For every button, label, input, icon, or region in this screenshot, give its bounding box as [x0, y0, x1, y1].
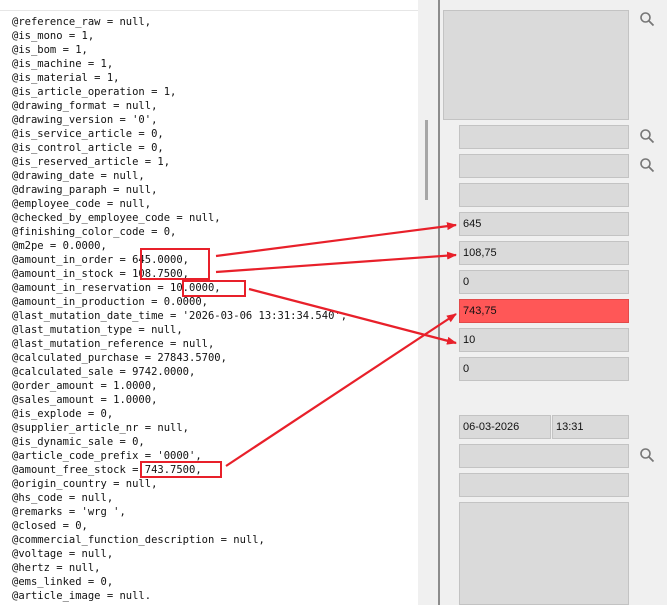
amount-free-stock-field[interactable]: 743,75 [459, 299, 629, 323]
code-line: @is_article_operation = 1, [12, 86, 177, 98]
editor-top-border [0, 10, 440, 11]
code-line: @is_reserved_article = 1, [12, 156, 171, 168]
code-line: @drawing_date = null, [12, 170, 145, 182]
editor-vertical-scrollbar[interactable] [418, 0, 438, 605]
code-line: @remarks = 'wrg ', [12, 506, 126, 518]
search-icon[interactable] [639, 128, 655, 144]
code-line: @article_image = null. [12, 590, 152, 602]
code-line: @is_dynamic_sale = 0, [12, 436, 145, 448]
code-line: @last_mutation_date_time = '2026-03-06 1… [12, 310, 348, 322]
form-field-lower[interactable] [459, 473, 629, 497]
code-line: @drawing_format = null, [12, 100, 158, 112]
form-field-1[interactable] [459, 125, 629, 149]
code-line: @is_mono = 1, [12, 30, 95, 42]
code-line: @last_mutation_reference = null, [12, 338, 215, 350]
code-lines: @reference_raw = null, @is_mono = 1, @is_b… [12, 15, 347, 603]
code-line: @hs_code = null, [12, 492, 114, 504]
code-line: @is_bom = 1, [12, 44, 88, 56]
amount-in-order-field[interactable]: 645 [459, 212, 629, 236]
image-box [443, 10, 629, 120]
code-line: @order_amount = 1.0000, [12, 380, 158, 392]
amount-in-reservation-field[interactable]: 10 [459, 328, 629, 352]
remarks-box[interactable] [459, 502, 629, 605]
code-line: @m2pe = 0.0000, [12, 240, 107, 252]
zero-field-2[interactable]: 0 [459, 357, 629, 381]
code-line: @hertz = null, [12, 562, 101, 574]
sql-code-editor[interactable]: @reference_raw = null, @is_mono = 1, @is_b… [0, 0, 420, 605]
code-line: @commercial_function_description = null, [12, 534, 265, 546]
code-line: @sales_amount = 1.0000, [12, 394, 158, 406]
code-line: @calculated_purchase = 27843.5700, [12, 352, 227, 364]
code-line: @is_explode = 0, [12, 408, 114, 420]
code-line: @drawing_paraph = null, [12, 184, 158, 196]
code-line: @amount_in_production = 0.0000, [12, 296, 208, 308]
form-field-2[interactable] [459, 154, 629, 178]
code-line: @finishing_color_code = 0, [12, 226, 177, 238]
code-line: @amount_in_order = 645.0000, [12, 254, 190, 266]
search-icon[interactable] [639, 11, 655, 27]
code-line: @is_control_article = 0, [12, 142, 164, 154]
mutation-time-field[interactable]: 13:31 [552, 415, 629, 439]
code-line: @checked_by_employee_code = null, [12, 212, 221, 224]
form-field-3[interactable] [459, 183, 629, 207]
code-line: @is_service_article = 0, [12, 128, 164, 140]
amount-in-stock-field[interactable]: 108,75 [459, 241, 629, 265]
editor-scrollbar-thumb[interactable] [425, 120, 428, 200]
code-line: @closed = 0, [12, 520, 88, 532]
code-line: @is_machine = 1, [12, 58, 114, 70]
code-line: @reference_raw = null, [12, 16, 152, 28]
form-field-lookup[interactable] [459, 444, 629, 468]
code-line: @calculated_sale = 9742.0000, [12, 366, 196, 378]
code-line: @amount_free_stock = 743.7500, [12, 464, 202, 476]
code-line: @employee_code = null, [12, 198, 152, 210]
code-line: @origin_country = null, [12, 478, 158, 490]
code-line: @article_code_prefix = '0000', [12, 450, 202, 462]
code-line: @drawing_version = '0', [12, 114, 158, 126]
code-line: @amount_in_reservation = 10.0000, [12, 282, 221, 294]
code-line: @voltage = null, [12, 548, 114, 560]
code-line: @last_mutation_type = null, [12, 324, 183, 336]
code-line: @is_material = 1, [12, 72, 120, 84]
code-line: @amount_in_stock = 108.7500, [12, 268, 190, 280]
mutation-date-field[interactable]: 06-03-2026 [459, 415, 551, 439]
zero-field-1[interactable]: 0 [459, 270, 629, 294]
search-icon[interactable] [639, 447, 655, 463]
search-icon[interactable] [639, 157, 655, 173]
code-line: @supplier_article_nr = null, [12, 422, 190, 434]
code-line: @ems_linked = 0, [12, 576, 114, 588]
